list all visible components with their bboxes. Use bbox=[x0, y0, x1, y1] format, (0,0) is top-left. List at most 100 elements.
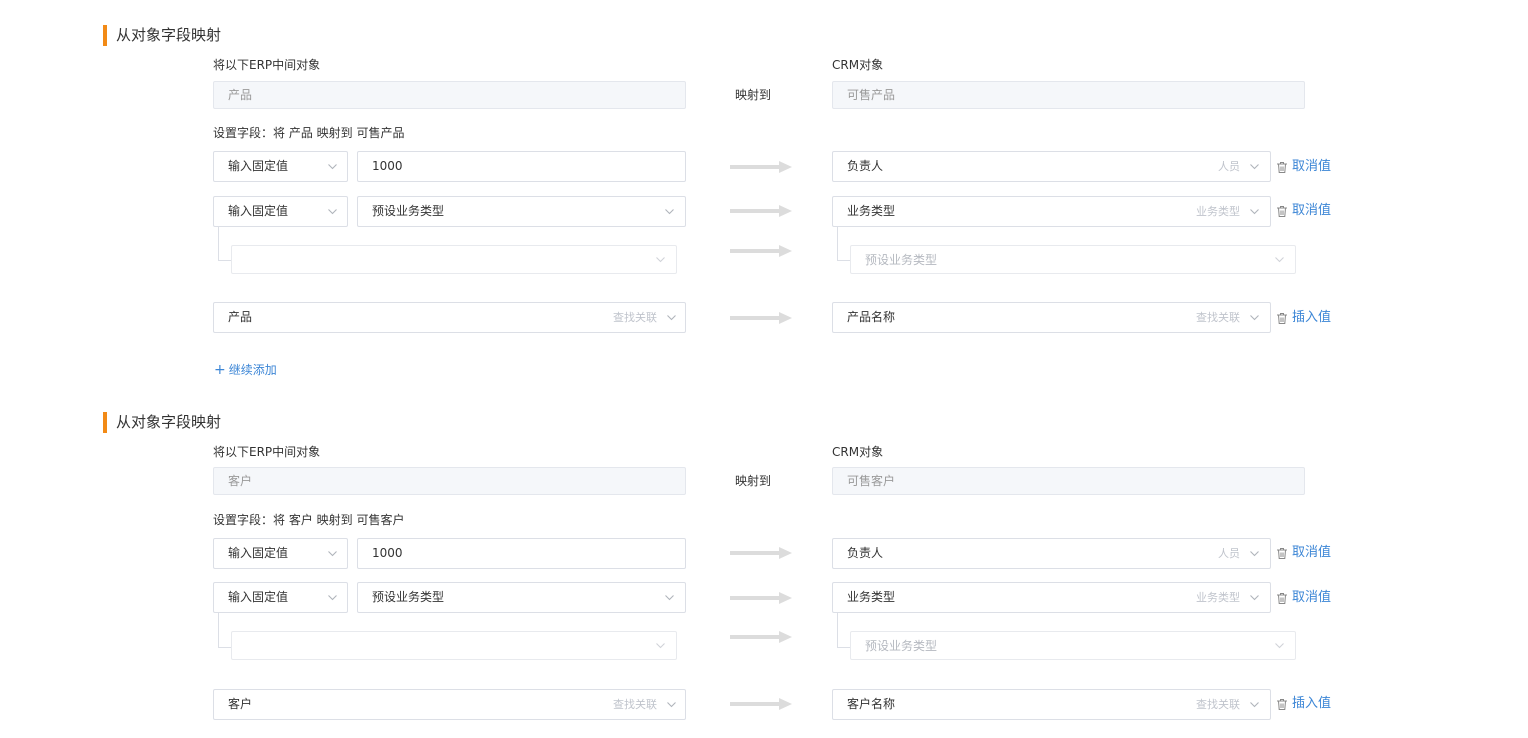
crm-object-label: CRM对象 bbox=[832, 58, 884, 72]
preset-value-text: 预设业务类型 bbox=[372, 590, 445, 604]
value-mode-select[interactable]: 输入固定值 bbox=[213, 582, 348, 613]
tree-connector bbox=[837, 227, 851, 261]
insert-value-button[interactable]: 插入值 bbox=[1276, 310, 1336, 326]
trash-icon bbox=[1277, 593, 1287, 604]
fixed-value-input[interactable]: 1000 bbox=[357, 538, 686, 569]
source-field-select[interactable]: 产品 查找关联 bbox=[213, 302, 686, 333]
chevron-down-icon bbox=[1250, 209, 1259, 215]
title-accent-bar bbox=[103, 412, 107, 433]
chevron-down-icon bbox=[328, 551, 337, 557]
add-more-link[interactable]: + 继续添加 bbox=[214, 362, 277, 378]
mapping-section-2: 从对象字段映射 将以下ERP中间对象 CRM对象 客户 映射到 可售客户 设置字… bbox=[0, 387, 1528, 738]
section-title-text: 从对象字段映射 bbox=[116, 26, 222, 44]
fixed-value-text: 1000 bbox=[372, 546, 403, 560]
trash-icon bbox=[1277, 162, 1287, 173]
crm-field-name: 客户名称 bbox=[847, 697, 896, 711]
crm-field-type: 查找关联 bbox=[1196, 698, 1240, 711]
crm-field-select[interactable]: 业务类型 业务类型 bbox=[832, 582, 1271, 613]
value-mode-text: 输入固定值 bbox=[228, 159, 289, 173]
value-mode-select[interactable]: 输入固定值 bbox=[213, 538, 348, 569]
chevron-down-icon bbox=[656, 257, 665, 263]
arrow-right-icon bbox=[730, 698, 792, 710]
chevron-down-icon bbox=[1250, 551, 1259, 557]
cancel-value-button[interactable]: 取消值 bbox=[1276, 159, 1336, 175]
crm-field-name: 负责人 bbox=[847, 546, 884, 560]
chevron-down-icon bbox=[328, 209, 337, 215]
trash-icon bbox=[1277, 699, 1287, 710]
value-mode-text: 输入固定值 bbox=[228, 546, 289, 560]
title-accent-bar bbox=[103, 25, 107, 46]
trash-icon bbox=[1277, 206, 1287, 217]
tree-connector bbox=[218, 227, 232, 261]
trash-icon bbox=[1277, 313, 1287, 324]
preset-value-text: 预设业务类型 bbox=[372, 204, 445, 218]
chevron-down-icon bbox=[1250, 315, 1259, 321]
section-title: 从对象字段映射 bbox=[103, 412, 221, 433]
arrow-right-icon bbox=[730, 245, 792, 257]
fixed-value-input[interactable]: 1000 bbox=[357, 151, 686, 182]
source-field-type: 查找关联 bbox=[613, 698, 657, 711]
config-description: 设置字段：将 产品 映射到 可售产品 bbox=[213, 126, 405, 140]
trash-icon bbox=[1277, 548, 1287, 559]
maps-to-label: 映射到 bbox=[735, 88, 772, 102]
arrow-right-icon bbox=[730, 592, 792, 604]
chevron-down-icon bbox=[1275, 643, 1284, 649]
sub-target-placeholder: 预设业务类型 bbox=[865, 639, 938, 653]
sub-target-select[interactable]: 预设业务类型 bbox=[850, 245, 1296, 274]
sub-target-select[interactable]: 预设业务类型 bbox=[850, 631, 1296, 660]
sub-source-select[interactable] bbox=[231, 631, 677, 660]
insert-value-label: 插入值 bbox=[1292, 310, 1332, 325]
tree-connector bbox=[218, 613, 232, 648]
crm-field-select[interactable]: 客户名称 查找关联 bbox=[832, 689, 1271, 720]
crm-field-select[interactable]: 负责人 人员 bbox=[832, 151, 1271, 182]
value-mode-text: 输入固定值 bbox=[228, 590, 289, 604]
cancel-value-button[interactable]: 取消值 bbox=[1276, 203, 1336, 219]
crm-field-name: 负责人 bbox=[847, 159, 884, 173]
crm-object-value: 可售客户 bbox=[847, 474, 896, 488]
preset-value-select[interactable]: 预设业务类型 bbox=[357, 196, 686, 227]
plus-icon: + bbox=[214, 362, 226, 378]
crm-field-type: 人员 bbox=[1218, 160, 1240, 173]
cancel-value-button[interactable]: 取消值 bbox=[1276, 545, 1336, 561]
crm-field-type: 业务类型 bbox=[1196, 591, 1240, 604]
erp-object-label: 将以下ERP中间对象 bbox=[213, 445, 321, 459]
arrow-right-icon bbox=[730, 547, 792, 559]
chevron-down-icon bbox=[1250, 164, 1259, 170]
chevron-down-icon bbox=[665, 209, 674, 215]
crm-field-type: 查找关联 bbox=[1196, 311, 1240, 324]
chevron-down-icon bbox=[1275, 257, 1284, 263]
sub-target-placeholder: 预设业务类型 bbox=[865, 253, 938, 267]
source-field-select[interactable]: 客户 查找关联 bbox=[213, 689, 686, 720]
cancel-value-label: 取消值 bbox=[1292, 590, 1332, 605]
maps-to-label: 映射到 bbox=[735, 474, 772, 488]
chevron-down-icon bbox=[665, 595, 674, 601]
arrow-right-icon bbox=[730, 205, 792, 217]
config-description: 设置字段：将 客户 映射到 可售客户 bbox=[213, 513, 405, 527]
crm-object-field: 可售客户 bbox=[832, 467, 1305, 495]
crm-field-select[interactable]: 产品名称 查找关联 bbox=[832, 302, 1271, 333]
erp-object-value: 产品 bbox=[228, 88, 253, 102]
crm-field-select[interactable]: 业务类型 业务类型 bbox=[832, 196, 1271, 227]
insert-value-button[interactable]: 插入值 bbox=[1276, 696, 1336, 712]
value-mode-select[interactable]: 输入固定值 bbox=[213, 196, 348, 227]
add-more-label: 继续添加 bbox=[228, 363, 277, 377]
crm-field-name: 产品名称 bbox=[847, 310, 896, 324]
source-field-name: 产品 bbox=[228, 310, 253, 324]
crm-field-select[interactable]: 负责人 人员 bbox=[832, 538, 1271, 569]
erp-object-label: 将以下ERP中间对象 bbox=[213, 58, 321, 72]
cancel-value-label: 取消值 bbox=[1292, 545, 1332, 560]
cancel-value-label: 取消值 bbox=[1292, 203, 1332, 218]
source-field-type: 查找关联 bbox=[613, 311, 657, 324]
chevron-down-icon bbox=[328, 164, 337, 170]
chevron-down-icon bbox=[656, 643, 665, 649]
arrow-right-icon bbox=[730, 631, 792, 643]
sub-source-select[interactable] bbox=[231, 245, 677, 274]
cancel-value-button[interactable]: 取消值 bbox=[1276, 590, 1336, 606]
chevron-down-icon bbox=[667, 315, 676, 321]
chevron-down-icon bbox=[1250, 595, 1259, 601]
preset-value-select[interactable]: 预设业务类型 bbox=[357, 582, 686, 613]
crm-object-label: CRM对象 bbox=[832, 445, 884, 459]
cancel-value-label: 取消值 bbox=[1292, 159, 1332, 174]
value-mode-select[interactable]: 输入固定值 bbox=[213, 151, 348, 182]
crm-field-type: 人员 bbox=[1218, 547, 1240, 560]
